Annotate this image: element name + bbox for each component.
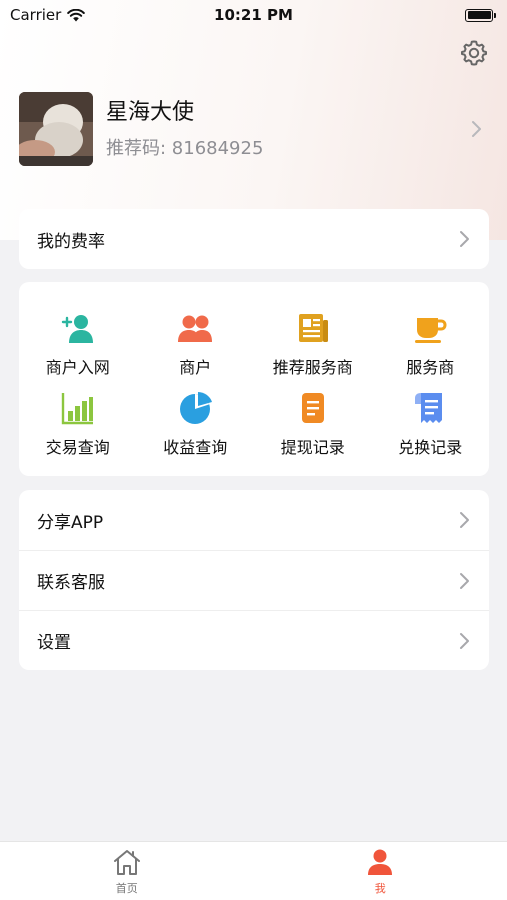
tab-bar: 首页 我	[0, 841, 507, 900]
grid-label: 收益查询	[163, 438, 228, 457]
newspaper-icon	[298, 314, 328, 342]
status-left: Carrier	[10, 6, 86, 24]
tab-home[interactable]: 首页	[0, 842, 254, 900]
grid-item-recommend-provider[interactable]: 推荐服务商	[254, 310, 372, 390]
grid-item-withdrawal-records[interactable]: 提现记录	[254, 390, 372, 470]
referral-code-row: 推荐码: 81684925	[106, 134, 489, 160]
users-icon	[178, 315, 213, 342]
tab-label: 我	[374, 882, 386, 895]
avatar[interactable]	[19, 92, 93, 166]
rate-card: 我的费率	[19, 209, 489, 269]
document-icon	[301, 393, 324, 423]
feature-grid: 商户入网 商户 推荐服务商 服务商 交易查询 收益查询 提现记录 兑换记录	[19, 282, 489, 470]
grid-label: 兑换记录	[398, 438, 463, 457]
menu-item-contact-support[interactable]: 联系客服	[19, 550, 489, 610]
carrier-label: Carrier	[10, 6, 62, 24]
chevron-right-icon	[460, 572, 469, 589]
feature-grid-card: 商户入网 商户 推荐服务商 服务商 交易查询 收益查询 提现记录 兑换记录	[19, 282, 489, 476]
gear-icon[interactable]	[459, 38, 489, 68]
grid-item-earnings-query[interactable]: 收益查询	[137, 390, 255, 470]
grid-item-service-providers[interactable]: 服务商	[372, 310, 490, 390]
cup-icon	[415, 318, 447, 343]
menu-item-label: 分享APP	[37, 512, 104, 533]
grid-item-transaction-query[interactable]: 交易查询	[19, 390, 137, 470]
tab-me[interactable]: 我	[254, 842, 507, 900]
pie-chart-icon	[180, 392, 213, 424]
grid-item-merchant-onboarding[interactable]: 商户入网	[19, 310, 137, 390]
menu-card: 分享APP 联系客服 设置	[19, 490, 489, 670]
receipt-icon	[415, 393, 443, 423]
status-bar: Carrier 10:21 PM	[0, 0, 507, 30]
grid-item-merchants[interactable]: 商户	[137, 310, 255, 390]
chevron-right-icon	[460, 512, 469, 528]
wifi-icon	[67, 8, 86, 21]
grid-label: 提现记录	[280, 438, 345, 457]
my-rate-label: 我的费率	[37, 231, 105, 252]
tab-label: 首页	[115, 882, 138, 895]
avatar-photo	[19, 92, 93, 166]
grid-label: 商户	[179, 358, 212, 377]
chevron-right-icon	[460, 632, 469, 649]
add-user-icon	[61, 315, 93, 343]
grid-label: 服务商	[406, 358, 455, 377]
grid-label: 商户入网	[45, 358, 110, 377]
profile-text: 星海大使 推荐码: 81684925	[106, 98, 489, 160]
menu-item-label: 联系客服	[37, 573, 105, 593]
person-icon	[368, 849, 393, 875]
chevron-right-icon	[472, 121, 481, 137]
menu-item-label: 设置	[37, 633, 71, 653]
grid-label: 交易查询	[45, 438, 110, 457]
battery-icon	[465, 8, 496, 22]
profile-section[interactable]: 星海大使 推荐码: 81684925	[19, 92, 489, 166]
my-rate-row[interactable]: 我的费率	[19, 209, 489, 269]
profile-name: 星海大使	[106, 100, 195, 125]
referral-label: 推荐码:	[106, 138, 172, 159]
menu-item-settings[interactable]: 设置	[19, 610, 489, 670]
menu-item-share-app[interactable]: 分享APP	[19, 490, 489, 550]
grid-item-exchange-records[interactable]: 兑换记录	[372, 390, 490, 470]
bar-chart-icon	[61, 393, 93, 425]
referral-code: 81684925	[171, 138, 264, 159]
grid-label: 推荐服务商	[272, 358, 353, 377]
home-icon	[113, 850, 140, 875]
chevron-right-icon	[460, 231, 469, 247]
